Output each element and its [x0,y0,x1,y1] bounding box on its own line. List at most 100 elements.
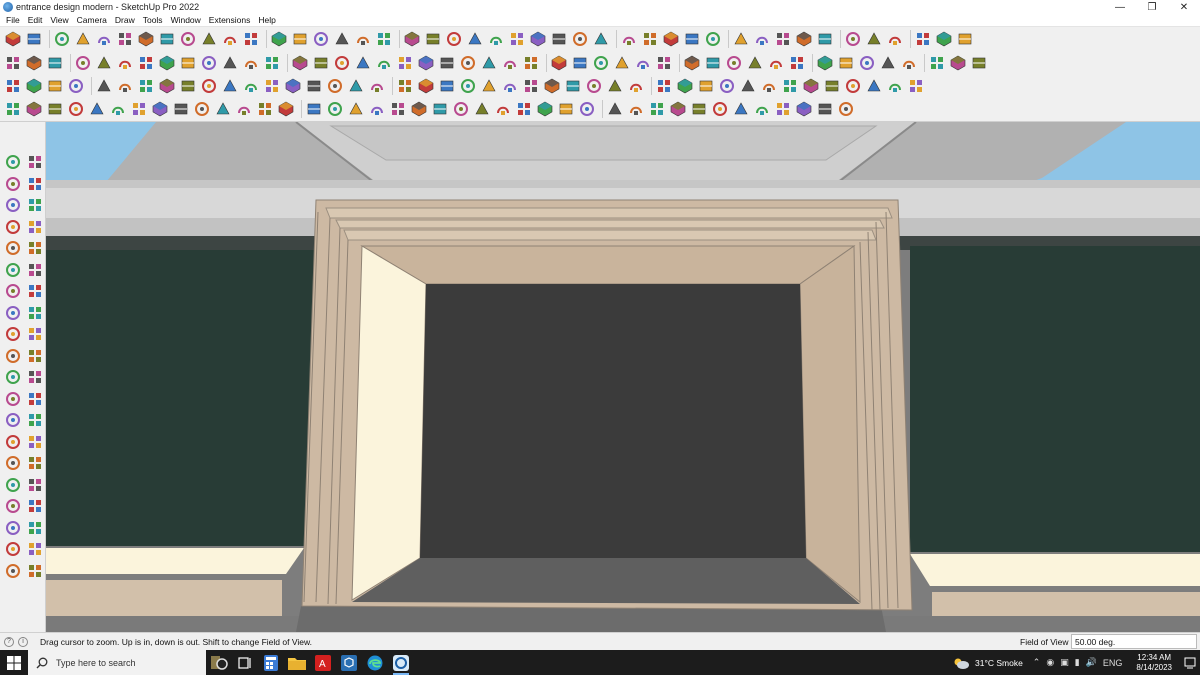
toolbar-tool-button[interactable] [158,30,176,48]
toolbar-tool-button[interactable] [690,100,708,118]
toolbar-tool-button[interactable] [753,100,771,118]
menu-camera[interactable]: Camera [73,15,111,25]
toolbar-tool-button[interactable] [4,54,22,72]
restore-button[interactable]: ❐ [1136,0,1168,14]
toolbar-tool-button[interactable] [172,100,190,118]
large-tool-button[interactable] [3,152,23,172]
toolbar-tool-button[interactable] [333,30,351,48]
toolbar-tool-button[interactable] [410,100,428,118]
toolbar-tool-button[interactable] [53,30,71,48]
toolbar-tool-button[interactable] [263,77,281,95]
toolbar-tool-button[interactable] [655,54,673,72]
toolbar-tool-button[interactable] [200,77,218,95]
toolbar-tool-button[interactable] [970,54,988,72]
toolbar-tool-button[interactable] [459,54,477,72]
large-tool-button[interactable] [25,453,45,473]
large-tool-button[interactable] [25,217,45,237]
toolbar-tool-button[interactable] [354,54,372,72]
toolbar-tool-button[interactable] [949,54,967,72]
toolbar-tool-button[interactable] [305,77,323,95]
toolbar-tool-button[interactable] [116,54,134,72]
toolbar-tool-button[interactable] [291,30,309,48]
large-tool-button[interactable] [25,281,45,301]
toolbar-tool-button[interactable] [487,30,505,48]
tray-overflow-icon[interactable]: ⌃ [1033,657,1041,668]
toolbar-tool-button[interactable] [305,100,323,118]
menu-file[interactable]: File [2,15,24,25]
toolbar-tool-button[interactable] [837,100,855,118]
toolbar-tool-button[interactable] [711,100,729,118]
toolbar-tool-button[interactable] [193,100,211,118]
toolbar-tool-button[interactable] [760,77,778,95]
toolbar-tool-button[interactable] [95,54,113,72]
toolbar-tool-button[interactable] [571,30,589,48]
toolbar-tool-button[interactable] [494,100,512,118]
toolbar-tool-button[interactable] [781,77,799,95]
large-tool-button[interactable] [25,260,45,280]
large-tool-button[interactable] [3,453,23,473]
toolbar-tool-button[interactable] [242,30,260,48]
toolbar-tool-button[interactable] [137,54,155,72]
toolbar-tool-button[interactable] [431,100,449,118]
toolbar-tool-button[interactable] [137,30,155,48]
toolbar-tool-button[interactable] [424,30,442,48]
taskbar-search[interactable]: Type here to search [28,650,206,675]
toolbar-tool-button[interactable] [4,100,22,118]
task-view-icon[interactable] [232,650,258,675]
large-tool-button[interactable] [3,432,23,452]
toolbar-tool-button[interactable] [837,54,855,72]
toolbar-tool-button[interactable] [914,30,932,48]
toolbar-tool-button[interactable] [109,100,127,118]
toolbar-tool-button[interactable] [74,54,92,72]
toolbar-tool-button[interactable] [725,54,743,72]
toolbar-tool-button[interactable] [739,77,757,95]
menu-draw[interactable]: Draw [111,15,139,25]
toolbar-tool-button[interactable] [116,30,134,48]
toolbar-tool-button[interactable] [816,30,834,48]
large-tool-button[interactable] [25,539,45,559]
toolbar-tool-button[interactable] [795,30,813,48]
language-indicator[interactable]: ENG [1103,658,1123,668]
toolbar-tool-button[interactable] [571,54,589,72]
toolbar-tool-button[interactable] [312,30,330,48]
large-tool-button[interactable] [25,561,45,581]
toolbar-tool-button[interactable] [25,100,43,118]
toolbar-tool-button[interactable] [641,30,659,48]
menu-tools[interactable]: Tools [139,15,167,25]
toolbar-tool-button[interactable] [284,77,302,95]
toolbar-tool-button[interactable] [4,77,22,95]
toolbar-tool-button[interactable] [501,54,519,72]
toolbar-tool-button[interactable] [802,77,820,95]
toolbar-tool-button[interactable] [200,30,218,48]
toolbar-tool-button[interactable] [522,54,540,72]
battery-icon[interactable]: ▮ [1075,657,1080,668]
large-tool-button[interactable] [25,152,45,172]
start-button[interactable] [0,650,28,675]
toolbar-tool-button[interactable] [256,100,274,118]
large-tool-button[interactable] [3,518,23,538]
toolbar-tool-button[interactable] [438,54,456,72]
large-tool-button[interactable] [3,174,23,194]
toolbar-tool-button[interactable] [718,77,736,95]
sketchup-3d-icon[interactable] [336,650,362,675]
toolbar-tool-button[interactable] [46,54,64,72]
toolbar-tool-button[interactable] [858,54,876,72]
toolbar-tool-button[interactable] [158,54,176,72]
large-tool-button[interactable] [25,432,45,452]
large-tool-button[interactable] [25,475,45,495]
toolbar-tool-button[interactable] [116,77,134,95]
toolbar-tool-button[interactable] [648,100,666,118]
large-tool-button[interactable] [3,475,23,495]
toolbar-tool-button[interactable] [501,77,519,95]
toolbar-tool-button[interactable] [543,77,561,95]
toolbar-tool-button[interactable] [886,77,904,95]
toolbar-tool-button[interactable] [550,54,568,72]
toolbar-tool-button[interactable] [480,77,498,95]
toolbar-tool-button[interactable] [774,30,792,48]
toolbar-tool-button[interactable] [578,100,596,118]
large-tool-button[interactable] [25,324,45,344]
large-tool-button[interactable] [25,238,45,258]
info-icon[interactable]: i [18,636,28,647]
toolbar-tool-button[interactable] [130,100,148,118]
toolbar-tool-button[interactable] [564,77,582,95]
